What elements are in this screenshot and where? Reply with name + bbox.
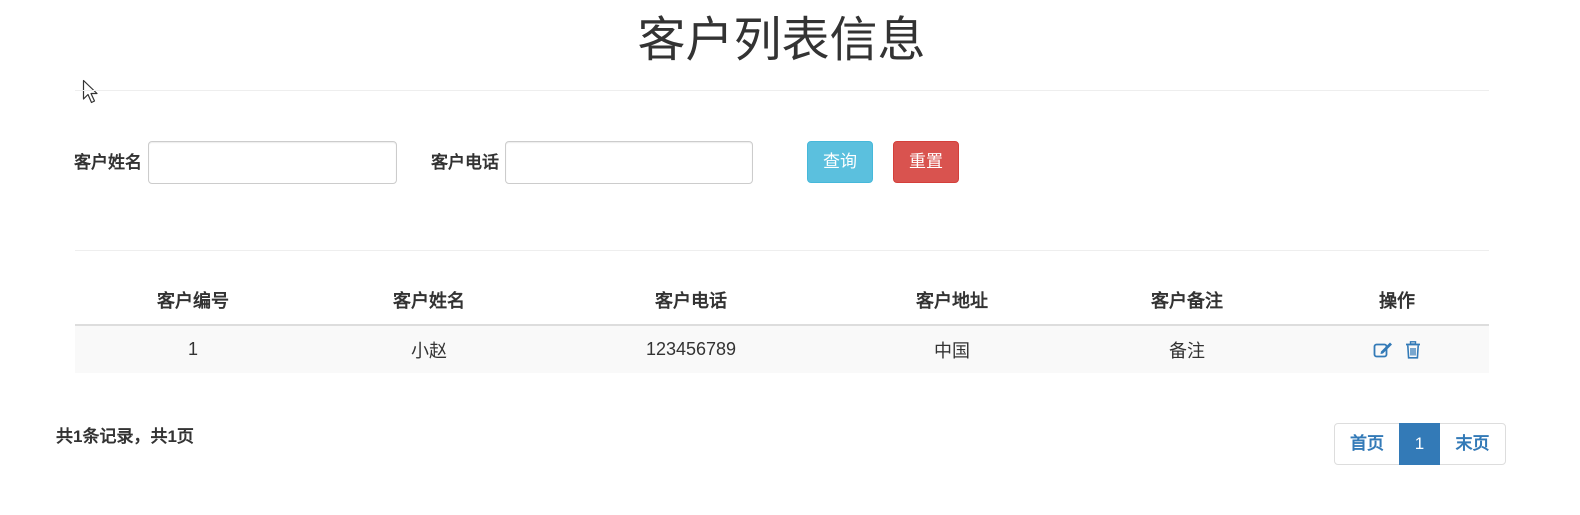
table-header-row: 客户编号 客户姓名 客户电话 客户地址 客户备注 操作 bbox=[75, 276, 1489, 326]
column-header: 客户备注 bbox=[1069, 276, 1305, 326]
query-button[interactable]: 查询 bbox=[807, 141, 873, 183]
mouse-cursor-icon bbox=[82, 79, 98, 104]
customer-list-page: 客户列表信息 客户姓名 客户电话 查询 重置 客户编号 客户姓名 客户电话 客户… bbox=[0, 0, 1580, 515]
phone-label: 客户电话 bbox=[431, 153, 499, 172]
cell-id: 1 bbox=[187, 339, 198, 359]
title-divider bbox=[75, 90, 1489, 91]
cell-address: 中国 bbox=[934, 340, 970, 361]
section-divider bbox=[75, 250, 1489, 251]
table-row: 1 小赵 123456789 中国 备注 bbox=[75, 325, 1489, 373]
column-header: 客户姓名 bbox=[311, 276, 547, 326]
pagination: 首页 1 末页 bbox=[1334, 423, 1506, 465]
name-label: 客户姓名 bbox=[74, 153, 142, 172]
search-form: 客户姓名 客户电话 查询 重置 bbox=[0, 141, 1000, 185]
first-page-button[interactable]: 首页 bbox=[1334, 423, 1400, 465]
cell-actions bbox=[1305, 325, 1489, 373]
cell-remark: 备注 bbox=[1169, 340, 1205, 361]
current-page-button[interactable]: 1 bbox=[1399, 423, 1440, 465]
column-header: 客户编号 bbox=[75, 276, 311, 326]
edit-icon[interactable] bbox=[1373, 341, 1393, 359]
customer-phone-input[interactable] bbox=[505, 141, 753, 184]
column-header: 客户电话 bbox=[547, 276, 835, 326]
record-summary: 共1条记录，共1页 bbox=[56, 427, 194, 446]
cell-phone: 123456789 bbox=[645, 339, 737, 359]
customer-name-input[interactable] bbox=[148, 141, 397, 184]
customer-table: 客户编号 客户姓名 客户电话 客户地址 客户备注 操作 1 小赵 1234567… bbox=[75, 276, 1489, 373]
cell-name: 小赵 bbox=[411, 340, 447, 361]
delete-icon[interactable] bbox=[1405, 341, 1421, 359]
column-header: 客户地址 bbox=[835, 276, 1069, 326]
last-page-button[interactable]: 末页 bbox=[1439, 423, 1506, 465]
reset-button[interactable]: 重置 bbox=[893, 141, 959, 183]
column-header: 操作 bbox=[1305, 276, 1489, 326]
page-title: 客户列表信息 bbox=[637, 14, 926, 67]
